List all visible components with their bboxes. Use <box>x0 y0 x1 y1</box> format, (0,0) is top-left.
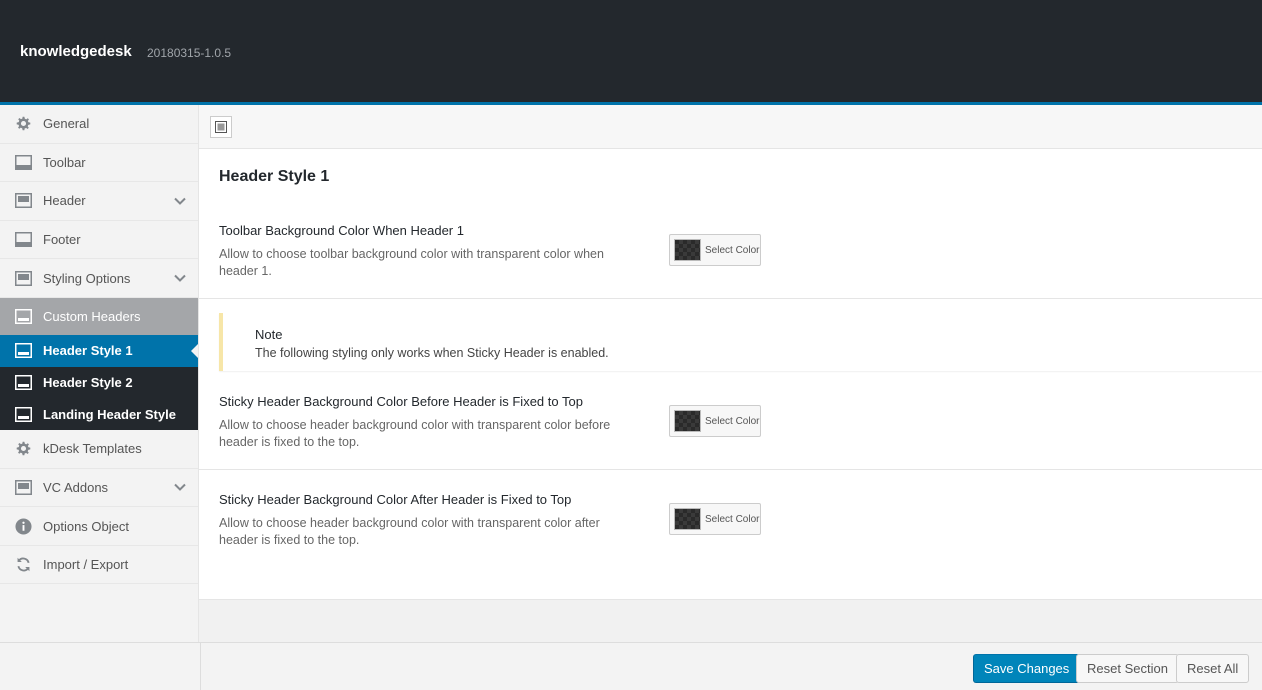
field-toolbar-bg-color: Toolbar Background Color When Header 1 A… <box>219 223 1262 280</box>
sidebar-item-label: Styling Options <box>43 270 131 286</box>
sidebar-item-label: Toolbar <box>43 154 86 170</box>
field-description: Allow to choose toolbar background color… <box>219 247 604 278</box>
save-changes-button[interactable]: Save Changes <box>973 654 1081 683</box>
sidebar-item-options-object[interactable]: Options Object <box>0 507 198 546</box>
note-text: The following styling only works when St… <box>255 346 609 360</box>
panel-icon <box>14 405 32 423</box>
top-bar: knowledgedesk 20180315-1.0.5 <box>0 0 1262 105</box>
main-bottom-area <box>199 599 1262 642</box>
select-color-label: Select Color <box>705 513 760 525</box>
sidebar-item-header[interactable]: Header <box>0 182 198 221</box>
sidebar-item-toolbar[interactable]: Toolbar <box>0 144 198 183</box>
sidebar-subitem-header-style-2[interactable]: Header Style 2 <box>0 366 198 399</box>
layout-icon <box>14 269 32 287</box>
sidebar-item-label: Import / Export <box>43 557 129 573</box>
sub-toolbar <box>199 105 1262 149</box>
sidebar-item-label: Custom Headers <box>43 308 141 324</box>
sidebar-item-label: Header <box>43 193 86 209</box>
sidebar-subitem-header-style-1[interactable]: Header Style 1 <box>0 334 198 367</box>
app-title: knowledgedesk <box>20 43 132 60</box>
sidebar-item-label: Footer <box>43 232 81 248</box>
sidebar-item-kdesk-templates[interactable]: kDesk Templates <box>0 430 198 469</box>
field-divider <box>199 298 1262 299</box>
sidebar-subitem-label: Header Style 1 <box>43 343 133 359</box>
sidebar-item-custom-headers[interactable]: Custom Headers <box>0 297 198 335</box>
sidebar-item-label: General <box>43 116 90 132</box>
chevron-down-icon <box>174 193 186 208</box>
select-color-button[interactable]: Select Color <box>669 405 761 437</box>
layout-icon <box>14 192 32 210</box>
sidebar-item-footer[interactable]: Footer <box>0 221 198 260</box>
select-color-button[interactable]: Select Color <box>669 234 761 266</box>
sidebar-subitem-label: Header Style 2 <box>43 375 133 390</box>
field-divider <box>199 469 1262 470</box>
note-title: Note <box>255 327 283 342</box>
info-icon <box>14 517 32 535</box>
sidebar-item-label: kDesk Templates <box>43 441 142 457</box>
sidebar-subitem-label: Landing Header Style <box>43 406 176 422</box>
panel-icon <box>14 307 32 325</box>
reset-all-button[interactable]: Reset All <box>1176 654 1250 683</box>
expand-options-button[interactable] <box>210 116 232 138</box>
refresh-icon <box>14 556 32 574</box>
panel-icon <box>14 231 32 249</box>
footer-bar: Save Changes Reset Section Reset All <box>0 642 1262 690</box>
sidebar-item-import-export[interactable]: Import / Export <box>0 546 198 585</box>
sidebar-item-vc-addons[interactable]: VC Addons <box>0 469 198 508</box>
gear-icon <box>14 440 32 458</box>
app-version: 20180315-1.0.5 <box>147 46 232 60</box>
sidebar-item-label: Options Object <box>43 518 129 534</box>
select-color-label: Select Color <box>705 415 760 427</box>
chevron-down-icon <box>174 480 186 495</box>
sidebar-item-styling-options[interactable]: Styling Options <box>0 259 198 298</box>
sidebar-item-label: VC Addons <box>43 479 109 495</box>
panel-icon <box>14 374 32 392</box>
color-swatch <box>674 508 701 530</box>
sidebar-item-general[interactable]: General <box>0 105 198 144</box>
chevron-down-icon <box>174 271 186 286</box>
select-color-button[interactable]: Select Color <box>669 503 761 535</box>
expand-icon <box>215 121 227 133</box>
color-swatch <box>674 239 701 261</box>
section-title: Header Style 1 <box>219 168 330 185</box>
sidebar: General Toolbar Header Footer Styling Op… <box>0 105 199 642</box>
gear-icon <box>14 115 32 133</box>
color-swatch <box>674 410 701 432</box>
main-panel: Header Style 1 Toolbar Background Color … <box>199 105 1262 642</box>
field-sticky-before-color: Sticky Header Background Color Before He… <box>219 394 1262 451</box>
reset-section-button[interactable]: Reset Section <box>1076 654 1179 683</box>
panel-icon <box>14 342 32 360</box>
select-color-label: Select Color <box>705 244 760 256</box>
sidebar-subitem-landing-header-style[interactable]: Landing Header Style <box>0 398 198 431</box>
panel-icon <box>14 153 32 171</box>
layout-icon <box>14 478 32 496</box>
footer-left-pane <box>0 643 201 690</box>
field-description: Allow to choose header background color … <box>219 418 611 449</box>
field-description: Allow to choose header background color … <box>219 516 600 547</box>
note-box: Note The following styling only works wh… <box>219 313 1262 371</box>
field-sticky-after-color: Sticky Header Background Color After Hea… <box>219 492 1262 549</box>
